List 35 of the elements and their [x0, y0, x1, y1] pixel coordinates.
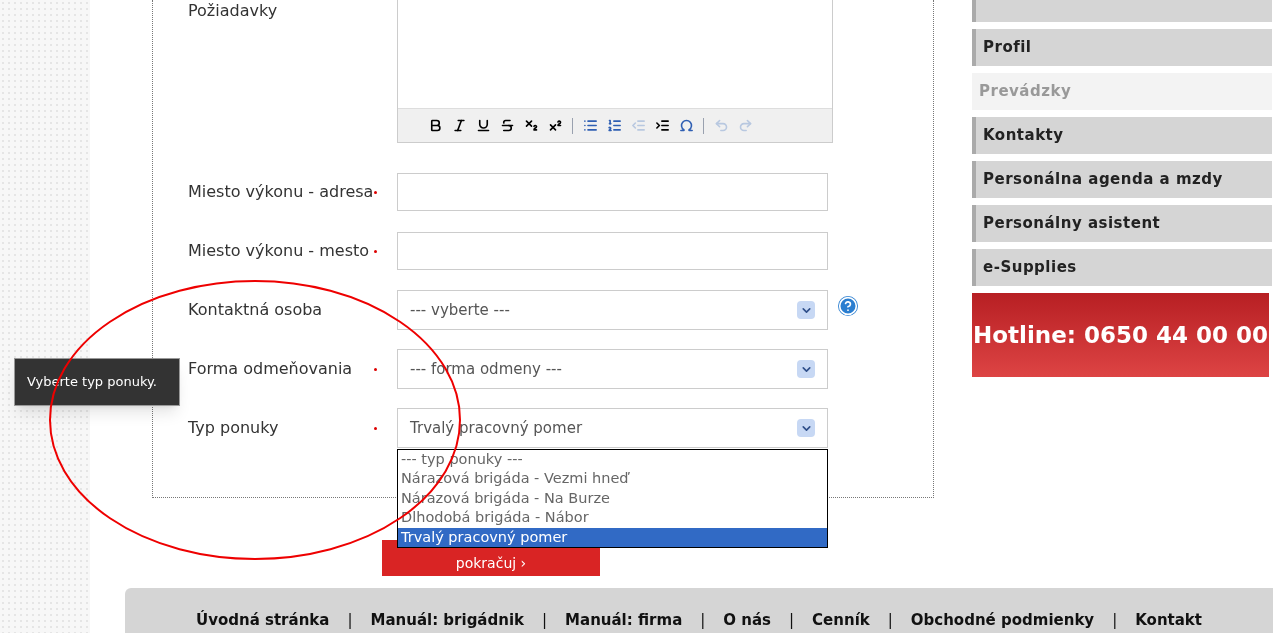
separator: |: [887, 609, 893, 631]
chevron-down-icon: [797, 419, 815, 437]
footer-link[interactable]: Obchodné podmienky: [910, 608, 1095, 631]
footer-link[interactable]: Kontakt: [1135, 608, 1202, 631]
chevron-down-icon: [797, 360, 815, 378]
select-field[interactable]: --- vyberte ---: [397, 290, 828, 330]
footer-link[interactable]: Manuál: firma: [565, 608, 683, 631]
field-label: Miesto výkonu - mesto: [188, 240, 371, 262]
select-field[interactable]: Trvalý pracovný pomer: [397, 408, 828, 448]
field-label: Forma odmeňovania: [188, 358, 354, 380]
chevron-down-icon: [797, 301, 815, 319]
separator: |: [1112, 609, 1118, 631]
separator: |: [542, 609, 548, 631]
footer-link[interactable]: Cenník: [812, 608, 870, 631]
field-label: Požiadavky: [188, 0, 279, 20]
footer-link[interactable]: Úvodná stránka: [196, 608, 330, 631]
dropdown-option[interactable]: Dlhodobá brigáda - Nábor: [398, 508, 827, 528]
text-input[interactable]: [397, 232, 828, 270]
sidebar-item[interactable]: Kontakty: [972, 117, 1272, 154]
dropdown-option[interactable]: Trvalý pracovný pomer: [398, 527, 827, 548]
separator: |: [700, 609, 706, 631]
separator: |: [347, 609, 353, 631]
sidebar-item[interactable]: e-Supplies: [972, 249, 1272, 286]
help-icon[interactable]: [838, 296, 858, 316]
text-input[interactable]: [397, 173, 828, 211]
footer-link[interactable]: Manuál: brigádnik: [370, 608, 525, 631]
sidebar-item[interactable]: Personálny asistent: [972, 205, 1272, 242]
field-label: Kontaktná osoba: [188, 299, 324, 321]
hotline-banner: Hotline: 0650 44 00 00: [972, 293, 1269, 377]
sidebar-item[interactable]: Profil: [972, 29, 1272, 66]
separator: |: [789, 609, 795, 631]
sidebar-item[interactable]: Personálna agenda a mzdy: [972, 161, 1272, 198]
field-label: Typ ponuky: [188, 417, 280, 439]
field-label: Miesto výkonu - adresa: [188, 181, 374, 203]
footer-link[interactable]: O nás: [723, 608, 772, 631]
